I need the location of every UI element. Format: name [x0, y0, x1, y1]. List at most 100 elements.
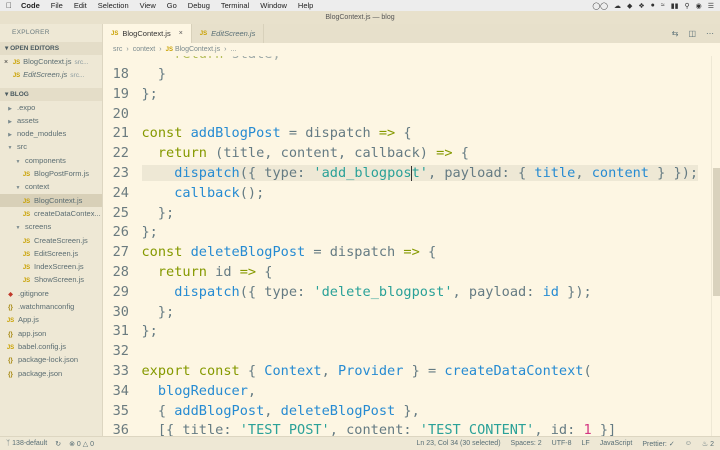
- tree-folder[interactable]: ▼ src: [0, 140, 102, 153]
- tree-file[interactable]: JS createDataContex...: [0, 207, 102, 220]
- menu-terminal[interactable]: Terminal: [221, 1, 249, 10]
- tree-file[interactable]: JS App.js: [0, 313, 102, 326]
- tree-file[interactable]: ◆ .gitignore: [0, 287, 102, 300]
- tab-blogcontext[interactable]: JS BlogContext.js ×: [103, 24, 192, 43]
- avatar-icon[interactable]: ◉: [696, 2, 702, 10]
- code-token: {: [239, 363, 265, 379]
- cloud-icon[interactable]: ☁: [614, 2, 621, 10]
- search-icon[interactable]: ⚲: [684, 2, 689, 10]
- tree-folder[interactable]: ▼ components: [0, 154, 102, 167]
- tree-file[interactable]: {} app.json: [0, 327, 102, 340]
- open-editor-item[interactable]: × JS BlogContext.js src...: [0, 55, 102, 68]
- tree-file[interactable]: JS IndexScreen.js: [0, 260, 102, 273]
- code-editor[interactable]: return state; 18 }19};2021const addBlogP…: [103, 56, 711, 436]
- close-icon[interactable]: ×: [179, 30, 183, 37]
- tree-folder[interactable]: ▶ .expo: [0, 101, 102, 114]
- open-editor-item[interactable]: JS EditScreen.js src...: [0, 68, 102, 81]
- code-line[interactable]: 23 dispatch({ type: 'add_blogpost', payl…: [103, 163, 711, 183]
- tree-folder[interactable]: ▼ screens: [0, 220, 102, 233]
- breadcrumb-symbol[interactable]: ...: [230, 46, 236, 53]
- menu-edit[interactable]: Edit: [74, 1, 87, 10]
- code-line[interactable]: 19};: [103, 84, 711, 104]
- shield-icon[interactable]: ◆: [627, 2, 632, 10]
- sync-icon[interactable]: ↻: [55, 440, 61, 448]
- menu-view[interactable]: View: [140, 1, 156, 10]
- indentation[interactable]: Spaces: 2: [511, 440, 542, 447]
- split-editor-icon[interactable]: ◫: [688, 29, 696, 38]
- code-token: 'add_blogpos: [313, 165, 412, 181]
- apple-icon[interactable]: : [6, 1, 12, 10]
- prettier-status[interactable]: Prettier: ✓: [642, 440, 674, 448]
- battery-icon[interactable]: ▮▮: [671, 2, 679, 10]
- menu-selection[interactable]: Selection: [98, 1, 129, 10]
- line-ending[interactable]: LF: [582, 440, 590, 447]
- code-line[interactable]: 31};: [103, 321, 711, 341]
- wifi-icon[interactable]: ≈: [661, 2, 665, 9]
- code-line[interactable]: 35 { addBlogPost, deleteBlogPost },: [103, 401, 711, 421]
- tree-folder[interactable]: ▶ assets: [0, 114, 102, 127]
- menu-go[interactable]: Go: [167, 1, 177, 10]
- editor-scrollbar[interactable]: [711, 56, 720, 436]
- code-line[interactable]: 33 export const { Context, Provider } = c…: [103, 361, 711, 381]
- menu-file[interactable]: File: [51, 1, 63, 10]
- feedback-icon[interactable]: ☺: [685, 440, 692, 447]
- tree-file[interactable]: JS BlogContext.js: [0, 193, 102, 207]
- tree-file[interactable]: {} .watchmanconfig: [0, 300, 102, 313]
- code-line[interactable]: 29 dispatch({ type: 'delete_blogpost', p…: [103, 282, 711, 302]
- tree-item-label: src: [17, 142, 27, 152]
- breadcrumb-file[interactable]: BlogContext.js: [175, 46, 220, 53]
- scroll-thumb[interactable]: [713, 168, 720, 296]
- dropbox-icon[interactable]: ❖: [638, 2, 644, 10]
- tree-file[interactable]: JS EditScreen.js: [0, 247, 102, 260]
- menu-app-name[interactable]: Code: [21, 1, 40, 10]
- tree-file[interactable]: JS CreateScreen.js: [0, 234, 102, 247]
- record-icon[interactable]: ●: [651, 2, 655, 9]
- tree-folder[interactable]: ▼ context: [0, 180, 102, 193]
- breadcrumb-context[interactable]: context: [133, 46, 156, 53]
- tab-editscreen[interactable]: JS EditScreen.js: [192, 24, 265, 43]
- code-line[interactable]: 34 blogReducer,: [103, 381, 711, 401]
- code-line[interactable]: 24 callback();: [103, 183, 711, 203]
- code-token: blogReducer: [157, 382, 248, 399]
- close-icon[interactable]: ×: [0, 56, 12, 68]
- breadcrumb: src › context › JS BlogContext.js ›...: [103, 43, 720, 56]
- code-line[interactable]: 22 return (title, content, callback) => …: [103, 143, 711, 163]
- tree-file[interactable]: {} package-lock.json: [0, 353, 102, 366]
- tree-file[interactable]: JS ShowScreen.js: [0, 273, 102, 286]
- open-editors-header[interactable]: ▾ OPEN EDITORS: [0, 42, 102, 55]
- tree-file[interactable]: {} package.json: [0, 367, 102, 380]
- tree-file[interactable]: JS babel.config.js: [0, 340, 102, 353]
- project-header[interactable]: ▾ BLOG: [0, 87, 102, 101]
- code-line[interactable]: 18 }: [103, 64, 711, 84]
- js-file-icon: JS: [12, 60, 21, 66]
- code-line[interactable]: 26};: [103, 222, 711, 242]
- chevron-right-icon: ▶: [8, 105, 12, 112]
- code-line[interactable]: 25 };: [103, 203, 711, 223]
- chevron-right-icon: ▶: [8, 118, 12, 125]
- code-line[interactable]: 36 [{ title: 'TEST POST', content: 'TEST…: [103, 420, 711, 436]
- encoding[interactable]: UTF-8: [552, 440, 572, 447]
- code-line[interactable]: 30 };: [103, 302, 711, 322]
- language-mode[interactable]: JavaScript: [600, 440, 633, 447]
- code-line[interactable]: 21 const addBlogPost = dispatch => {: [103, 123, 711, 143]
- code-line[interactable]: 27 const deleteBlogPost = dispatch => {: [103, 242, 711, 262]
- tree-folder[interactable]: ▶ node_modules: [0, 127, 102, 140]
- cursor-position[interactable]: Ln 23, Col 34 (30 selected): [416, 440, 500, 447]
- git-branch[interactable]: ᛉ 138-default: [6, 440, 47, 447]
- problems-status[interactable]: ⊗ 0 △ 0: [69, 440, 94, 448]
- breadcrumb-src[interactable]: src: [113, 46, 122, 53]
- tree-file[interactable]: JS BlogPostForm.js: [0, 167, 102, 180]
- code-line[interactable]: 20: [103, 104, 711, 124]
- menu-help[interactable]: Help: [298, 1, 313, 10]
- menu-debug[interactable]: Debug: [188, 1, 210, 10]
- menu-window[interactable]: Window: [260, 1, 287, 10]
- editor-tabs: JS BlogContext.js × JS EditScreen.js ⇆ ◫…: [103, 24, 720, 43]
- code-line[interactable]: 32: [103, 341, 711, 361]
- glasses-icon[interactable]: ◯◯: [592, 2, 608, 10]
- code-token: dispatch: [174, 165, 240, 181]
- compare-icon[interactable]: ⇆: [672, 29, 679, 38]
- list-icon[interactable]: ☰: [708, 2, 714, 10]
- notifications[interactable]: ♨ 2: [702, 440, 714, 448]
- code-line[interactable]: 28 return id => {: [103, 262, 711, 282]
- more-actions-icon[interactable]: ⋯: [706, 29, 714, 38]
